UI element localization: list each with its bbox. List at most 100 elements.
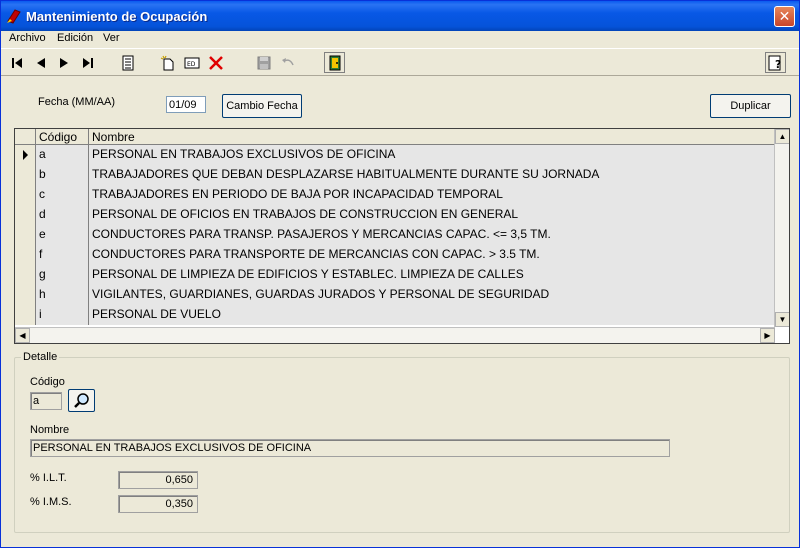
cell-codigo[interactable]: d — [36, 205, 89, 225]
cell-codigo[interactable]: e — [36, 225, 89, 245]
scroll-right-button[interactable]: ▶ — [760, 328, 775, 343]
row-indicator[interactable] — [15, 265, 36, 285]
cell-nombre[interactable]: TRABAJADORES QUE DEBAN DESPLAZARSE HABIT… — [89, 165, 775, 185]
new-record-button[interactable] — [157, 52, 178, 73]
fecha-input[interactable]: 01/09 — [166, 96, 206, 113]
app-icon — [7, 9, 21, 24]
exit-door-icon — [329, 55, 340, 70]
table-row[interactable]: c TRABAJADORES EN PERIODO DE BAJA POR INC… — [15, 185, 775, 205]
list-view-button[interactable] — [117, 52, 138, 73]
window-title: Mantenimiento de Ocupación — [26, 9, 208, 24]
cell-codigo[interactable]: h — [36, 285, 89, 305]
fecha-label: Fecha (MM/AA) — [38, 96, 116, 108]
menu-edicion[interactable]: Edición — [57, 32, 93, 44]
toolbar: ED ? — [1, 48, 799, 76]
title-bar[interactable]: Mantenimiento de Ocupación ✕ — [1, 1, 799, 31]
help-button[interactable]: ? — [765, 52, 786, 73]
prev-record-button[interactable] — [30, 52, 51, 73]
cell-codigo[interactable]: c — [36, 185, 89, 205]
row-indicator[interactable] — [15, 305, 36, 325]
menu-bar: Archivo Edición Ver — [1, 31, 799, 48]
ims-value: 0,350 — [165, 498, 193, 510]
next-record-button[interactable] — [53, 52, 74, 73]
undo-button[interactable] — [277, 52, 298, 73]
ims-input[interactable]: 0,350 — [118, 495, 198, 513]
delete-record-button[interactable] — [205, 52, 226, 73]
table-row[interactable]: d PERSONAL DE OFICIOS EN TRABAJOS DE CONS… — [15, 205, 775, 225]
column-header-nombre[interactable]: Nombre — [89, 129, 775, 145]
svg-text:?: ? — [775, 58, 781, 71]
header-indicator — [15, 129, 36, 145]
detalle-title: Detalle — [21, 351, 60, 363]
save-record-button[interactable] — [253, 52, 274, 73]
last-record-icon — [82, 57, 93, 68]
ims-label: % I.M.S. — [30, 496, 72, 508]
detalle-codigo-value: a — [33, 395, 40, 407]
grid-header: Código Nombre — [15, 129, 775, 145]
menu-archivo[interactable]: Archivo — [9, 32, 46, 44]
exit-button[interactable] — [324, 52, 345, 73]
cambio-fecha-button[interactable]: Cambio Fecha — [222, 94, 302, 118]
fecha-value: 01/09 — [169, 98, 197, 111]
first-record-icon — [11, 57, 22, 68]
row-indicator[interactable] — [15, 245, 36, 265]
cell-nombre[interactable]: TRABAJADORES EN PERIODO DE BAJA POR INCA… — [89, 185, 775, 205]
current-row-arrow-icon — [23, 150, 28, 160]
row-indicator[interactable] — [15, 185, 36, 205]
cell-codigo[interactable]: i — [36, 305, 89, 325]
edit-record-button[interactable]: ED — [181, 52, 202, 73]
ilt-input[interactable]: 0,650 — [118, 471, 198, 489]
detalle-nombre-value: PERSONAL EN TRABAJOS EXCLUSIVOS DE OFICI… — [33, 442, 312, 454]
main-window: Mantenimiento de Ocupación ✕ Archivo Edi… — [0, 0, 800, 548]
prev-record-icon — [36, 57, 45, 68]
help-question-icon: ? — [768, 55, 781, 71]
detalle-nombre-input[interactable]: PERSONAL EN TRABAJOS EXCLUSIVOS DE OFICI… — [30, 439, 670, 457]
grid-vertical-scrollbar[interactable]: ▲ ▼ — [774, 129, 789, 327]
table-row[interactable]: e CONDUCTORES PARA TRANSP. PASAJEROS Y ME… — [15, 225, 775, 245]
undo-icon — [281, 57, 294, 65]
cell-nombre[interactable]: PERSONAL DE OFICIOS EN TRABAJOS DE CONST… — [89, 205, 775, 225]
cell-nombre[interactable]: PERSONAL EN TRABAJOS EXCLUSIVOS DE OFICI… — [89, 145, 775, 165]
table-row[interactable]: i PERSONAL DE VUELO — [15, 305, 775, 325]
table-row[interactable]: a PERSONAL EN TRABAJOS EXCLUSIVOS DE OFIC… — [15, 145, 775, 165]
row-indicator[interactable] — [15, 165, 36, 185]
scroll-down-button[interactable]: ▼ — [775, 312, 789, 327]
cell-codigo[interactable]: b — [36, 165, 89, 185]
ilt-value: 0,650 — [165, 474, 193, 486]
ocupacion-grid: Código Nombre a PERSONAL EN TRABAJOS EXCL… — [14, 128, 790, 344]
row-indicator[interactable] — [15, 205, 36, 225]
cell-nombre[interactable]: CONDUCTORES PARA TRANSPORTE DE MERCANCIA… — [89, 245, 775, 265]
ilt-label: % I.L.T. — [30, 472, 67, 484]
delete-x-icon — [208, 55, 223, 70]
row-indicator[interactable] — [15, 145, 36, 165]
column-header-codigo[interactable]: Código — [36, 129, 89, 145]
cell-codigo[interactable]: g — [36, 265, 89, 285]
table-row[interactable]: h VIGILANTES, GUARDIANES, GUARDAS JURADOS… — [15, 285, 775, 305]
row-indicator[interactable] — [15, 285, 36, 305]
cell-codigo[interactable]: a — [36, 145, 89, 165]
table-row[interactable]: f CONDUCTORES PARA TRANSPORTE DE MERCANCI… — [15, 245, 775, 265]
list-icon — [122, 55, 133, 70]
detalle-nombre-label: Nombre — [30, 424, 70, 436]
table-row[interactable]: b TRABAJADORES QUE DEBAN DESPLAZARSE HABI… — [15, 165, 775, 185]
cell-codigo[interactable]: f — [36, 245, 89, 265]
close-button[interactable]: ✕ — [774, 6, 795, 27]
detalle-codigo-input[interactable]: a — [30, 392, 62, 410]
cell-nombre[interactable]: PERSONAL DE VUELO — [89, 305, 775, 325]
svg-text:ED: ED — [187, 61, 196, 68]
next-record-icon — [59, 57, 68, 68]
table-row[interactable]: g PERSONAL DE LIMPIEZA DE EDIFICIOS Y EST… — [15, 265, 775, 285]
cell-nombre[interactable]: CONDUCTORES PARA TRANSP. PASAJEROS Y MER… — [89, 225, 775, 245]
scroll-left-button[interactable]: ◀ — [15, 328, 30, 343]
search-codigo-button[interactable] — [68, 389, 95, 412]
duplicar-button[interactable]: Duplicar — [710, 94, 791, 118]
scroll-up-button[interactable]: ▲ — [775, 129, 789, 144]
menu-ver[interactable]: Ver — [103, 32, 120, 44]
new-document-icon — [160, 55, 173, 70]
last-record-button[interactable] — [77, 52, 98, 73]
row-indicator[interactable] — [15, 225, 36, 245]
cell-nombre[interactable]: PERSONAL DE LIMPIEZA DE EDIFICIOS Y ESTA… — [89, 265, 775, 285]
cell-nombre[interactable]: VIGILANTES, GUARDIANES, GUARDAS JURADOS … — [89, 285, 775, 305]
grid-horizontal-scrollbar[interactable]: ◀ ▶ — [15, 327, 775, 343]
first-record-button[interactable] — [6, 52, 27, 73]
